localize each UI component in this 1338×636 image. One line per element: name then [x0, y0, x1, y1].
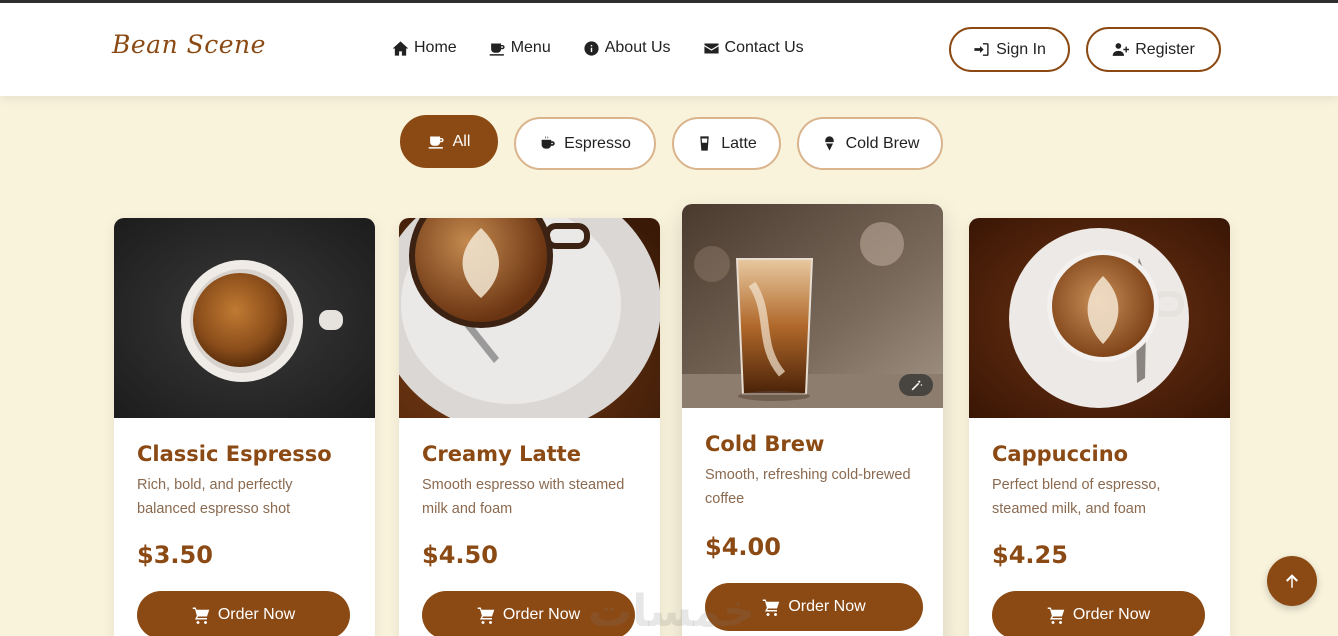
- filter-all-label: All: [452, 132, 471, 150]
- home-icon: [392, 40, 409, 56]
- product-card: Creamy Latte Smooth espresso with steame…: [399, 218, 660, 636]
- product-description: Perfect blend of espresso, steamed milk,…: [992, 477, 1161, 517]
- ice-cream-icon: [824, 136, 834, 151]
- product-price: $4.25: [992, 541, 1068, 569]
- filter-cold-brew-label: Cold Brew: [845, 134, 920, 152]
- user-plus-icon: [1112, 43, 1130, 56]
- nav-about[interactable]: About Us: [583, 39, 671, 57]
- cappuccino-image: [969, 218, 1230, 418]
- watermark: خمسات: [588, 586, 755, 636]
- nav-home[interactable]: Home: [392, 39, 457, 57]
- order-now-label: Order Now: [502, 606, 581, 623]
- order-now-button[interactable]: Order Now: [992, 591, 1205, 636]
- nav-menu[interactable]: Menu: [489, 39, 551, 57]
- cart-icon: [192, 607, 210, 624]
- nav-about-label: About Us: [604, 39, 671, 56]
- cart-icon: [477, 607, 495, 624]
- site-header: Bean Scene Home Menu About Us Contact Us…: [0, 3, 1338, 96]
- register-button[interactable]: Register: [1086, 27, 1221, 72]
- product-card: Classic Espresso Rich, bold, and perfect…: [114, 218, 375, 636]
- magic-wand-icon: [911, 379, 922, 390]
- nav-contact-label: Contact Us: [724, 39, 804, 56]
- order-now-label: Order Now: [217, 606, 296, 623]
- mug-icon: [489, 43, 505, 56]
- filter-latte[interactable]: Latte: [672, 117, 781, 170]
- product-price: $3.50: [137, 541, 213, 569]
- product-name: Creamy Latte: [422, 442, 581, 466]
- scroll-to-top-button[interactable]: [1267, 556, 1317, 606]
- nav-menu-label: Menu: [510, 39, 551, 56]
- order-now-label: Order Now: [1072, 606, 1151, 623]
- product-price: $4.50: [422, 541, 498, 569]
- sign-in-icon: [974, 43, 989, 56]
- cart-icon: [763, 599, 780, 616]
- espresso-image: [114, 218, 375, 418]
- signin-label: Sign In: [996, 40, 1046, 58]
- filter-espresso[interactable]: Espresso: [514, 117, 656, 170]
- arrow-up-icon: [1286, 574, 1298, 588]
- signin-button[interactable]: Sign In: [949, 27, 1070, 72]
- nav-contact[interactable]: Contact Us: [703, 39, 804, 57]
- coffee-cup-icon: [541, 136, 555, 149]
- product-description: Smooth, refreshing cold-brewed coffee: [705, 467, 911, 507]
- product-price: $4.00: [705, 533, 781, 561]
- filter-all[interactable]: All: [400, 115, 498, 168]
- order-now-label: Order Now: [788, 598, 866, 615]
- product-card: Cold Brew Smooth, refreshing cold-brewed…: [682, 204, 943, 636]
- product-card: Cappuccino Perfect blend of espresso, st…: [969, 218, 1230, 636]
- filter-cold-brew[interactable]: Cold Brew: [797, 117, 943, 170]
- info-icon: [584, 40, 599, 56]
- cold-brew-image: [682, 204, 943, 408]
- brand-logo[interactable]: Bean Scene: [112, 30, 266, 59]
- mug-icon: [428, 136, 444, 149]
- product-description: Smooth espresso with steamed milk and fo…: [422, 477, 625, 517]
- magic-wand-badge[interactable]: [899, 374, 933, 396]
- order-now-button[interactable]: Order Now: [137, 591, 350, 636]
- product-name: Cold Brew: [705, 432, 825, 456]
- cart-icon: [1047, 607, 1065, 624]
- product-name: Cappuccino: [992, 442, 1129, 466]
- nav-home-label: Home: [414, 39, 457, 56]
- main-nav: Home Menu About Us Contact Us: [392, 39, 836, 57]
- product-description: Rich, bold, and perfectly balanced espre…: [137, 477, 293, 517]
- envelope-icon: [703, 43, 719, 53]
- glass-icon: [700, 136, 709, 151]
- filter-latte-label: Latte: [721, 134, 757, 152]
- register-label: Register: [1135, 40, 1195, 58]
- product-name: Classic Espresso: [137, 442, 332, 466]
- filter-espresso-label: Espresso: [564, 134, 631, 152]
- latte-image: [399, 218, 660, 418]
